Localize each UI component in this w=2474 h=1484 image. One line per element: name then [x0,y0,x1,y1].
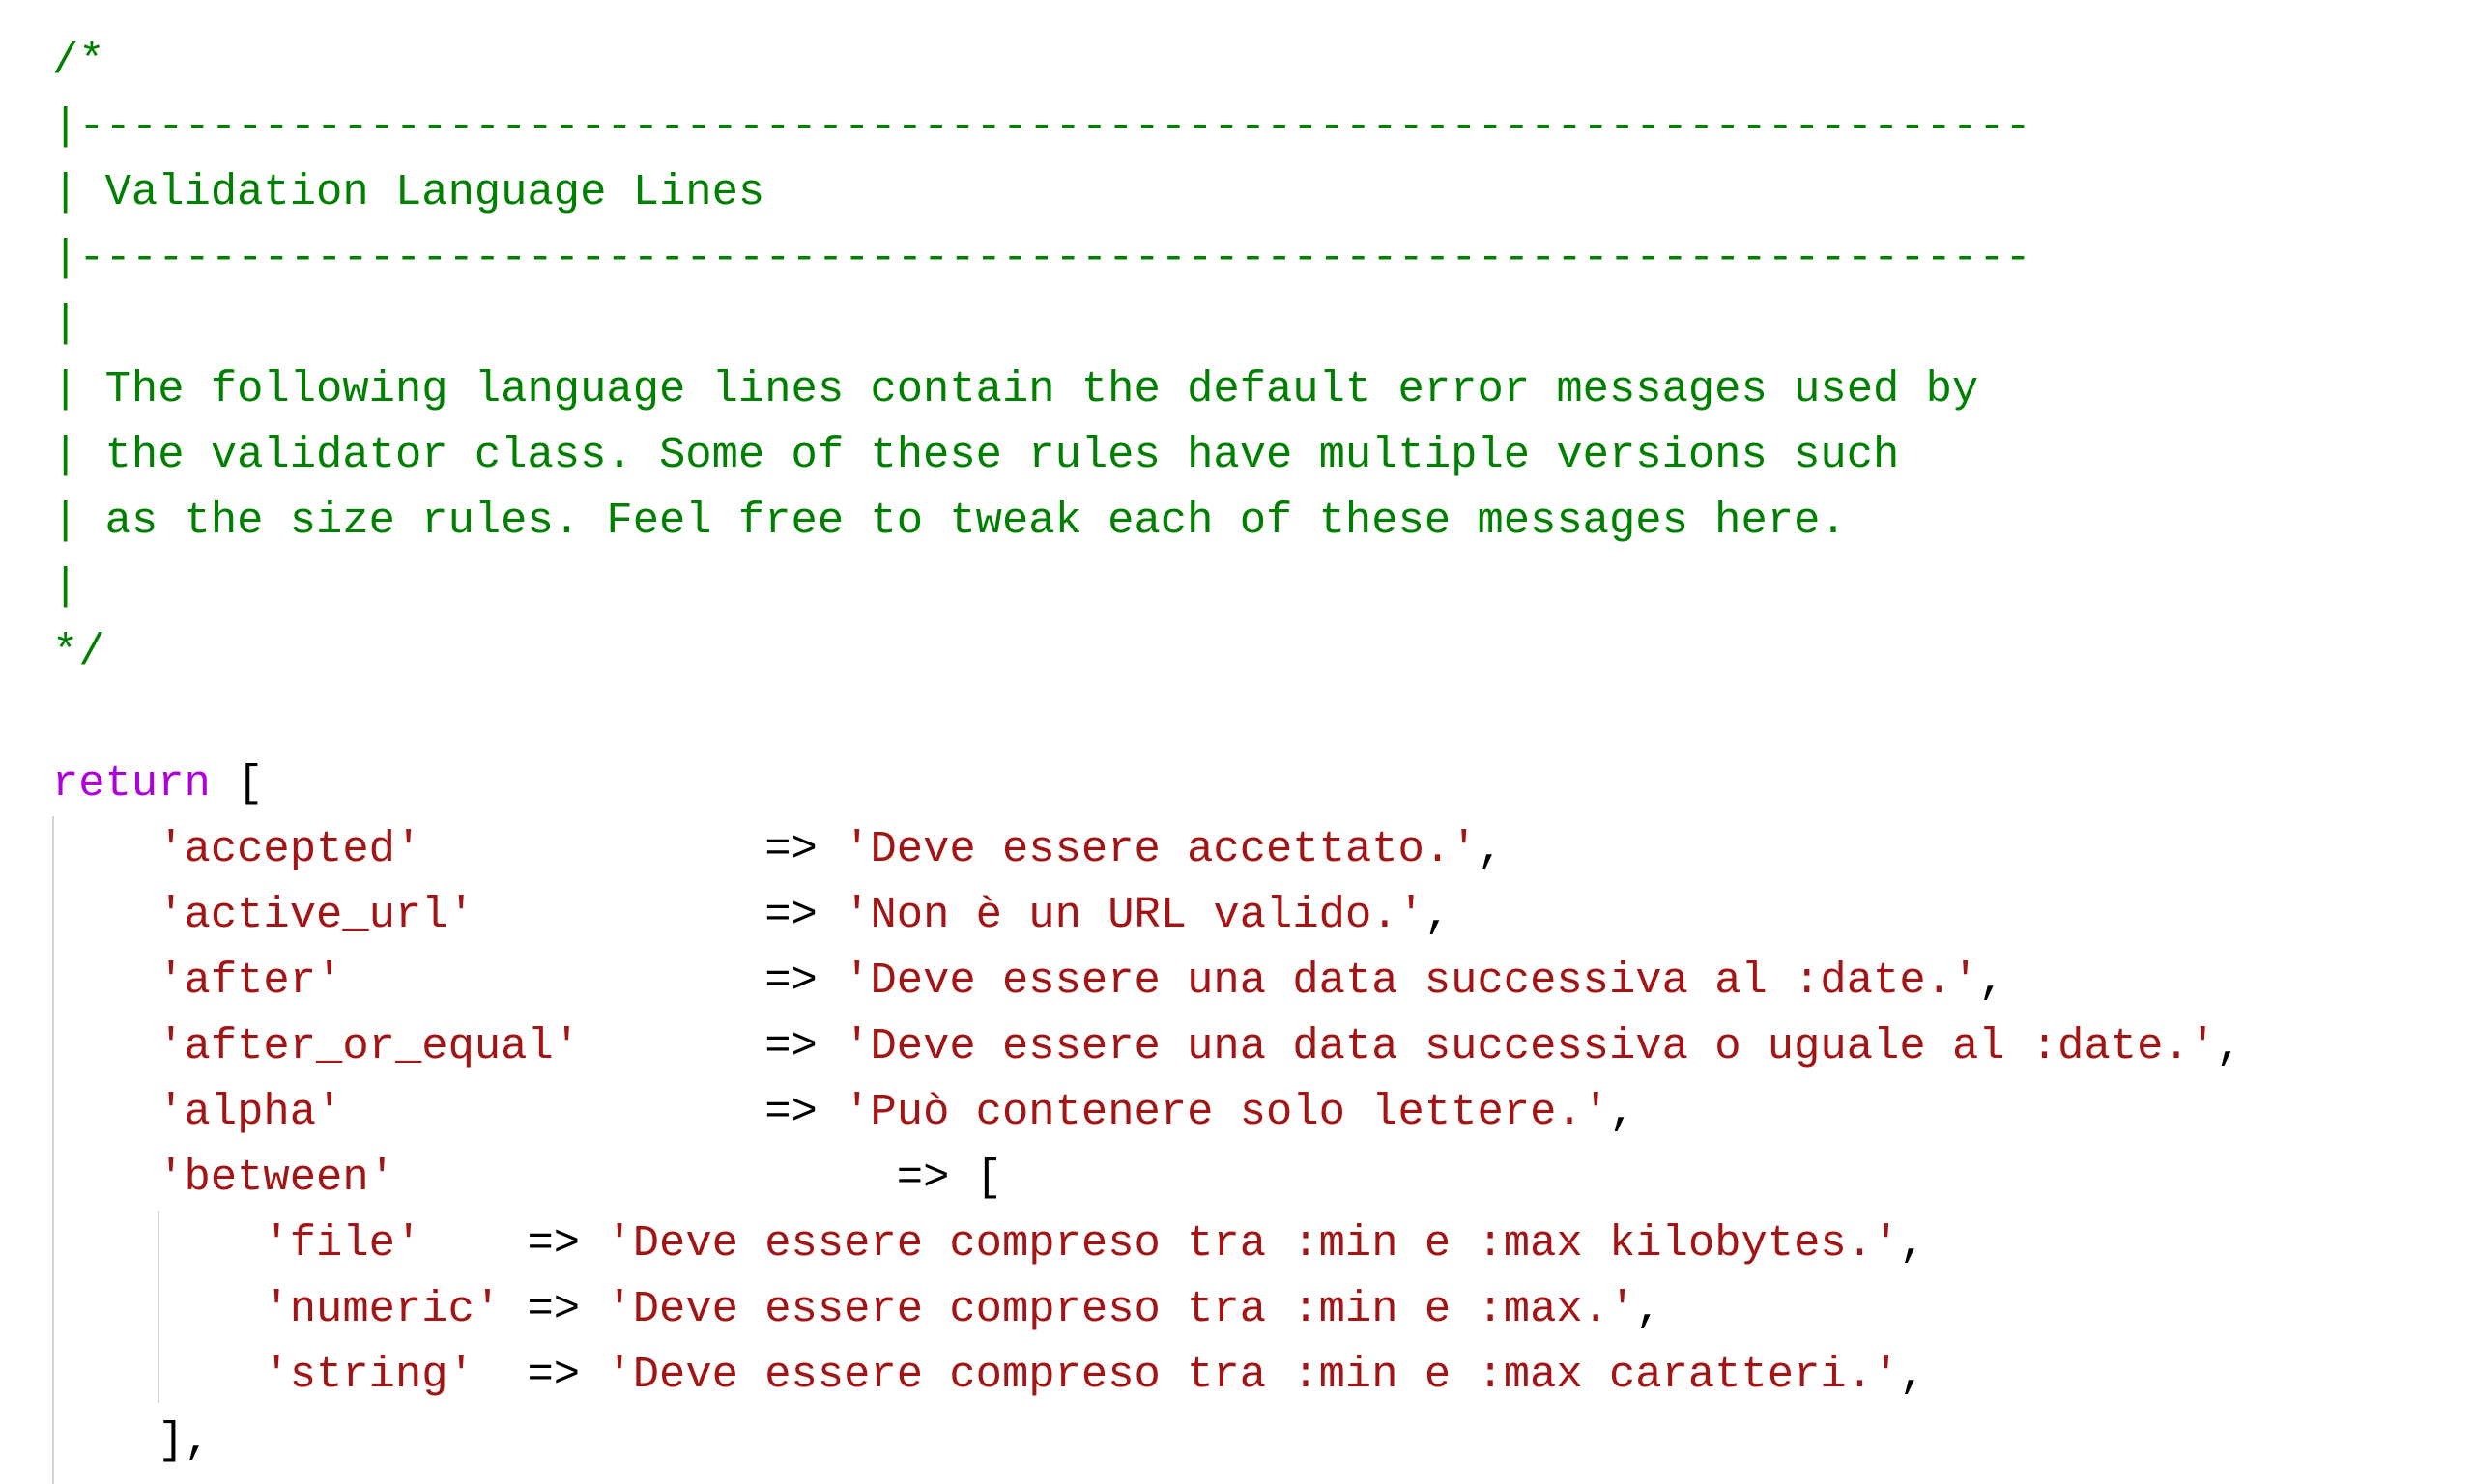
entry-value: 'Deve essere compreso tra :min e :max ki… [606,1218,1900,1269]
comment-bar: | [52,299,79,349]
entry-row: 'accepted' => 'Deve essere accettato.', [52,816,1504,882]
comment-title: | Validation Language Lines [52,167,765,217]
comma: , [1609,1087,1636,1137]
arrow: => [764,1021,818,1071]
return-line: return [ [52,751,263,816]
arrow: => [527,1284,581,1334]
return-keyword: return [52,758,211,809]
nested-close-bracket: ], [158,1415,211,1466]
entry-value: 'Non è un URL valido.' [844,890,1424,940]
comment-close: */ [52,627,105,677]
arrow: => [527,1218,581,1269]
arrow: => [764,956,818,1006]
comma: , [1899,1350,1926,1400]
nested-open-bracket: [ [975,1153,1002,1203]
entry-key: 'alpha' [158,1087,343,1137]
code-editor[interactable]: /* |------------------------------------… [0,0,2474,1484]
nested-entry-row: 'string' => 'Deve essere compreso tra :m… [52,1342,1926,1408]
comment-rule-bottom: |---------------------------------------… [52,233,2031,283]
entry-between: 'between' => [ [52,1145,1002,1211]
entry-row: 'active_url' => 'Non è un URL valido.', [52,882,1451,948]
comment-description-line: | as the size rules. Feel free to tweak … [52,496,1847,546]
comma: , [1635,1284,1662,1334]
comma: , [1978,956,2005,1006]
arrow: => [764,1087,818,1137]
nested-close: ], [52,1408,211,1473]
entry-row: 'alpha' => 'Può contenere solo lettere.'… [52,1079,1635,1145]
comment-open: /* [52,36,105,86]
entry-value: 'Deve essere una data successiva al :dat… [844,956,1979,1006]
entry-key: 'between' [158,1153,395,1203]
comma: , [1899,1218,1926,1269]
nested-entry-row: 'numeric' => 'Deve essere compreso tra :… [52,1276,1662,1342]
comma: , [1477,824,1504,874]
entry-key: 'file' [263,1218,422,1269]
entry-value: 'Deve essere compreso tra :min e :max ca… [606,1350,1900,1400]
arrow: => [764,890,818,940]
comment-rule-top: |---------------------------------------… [52,101,2031,152]
entry-value: 'Deve essere accettato.' [844,824,1478,874]
entry-value: 'Può contenere solo lettere.' [844,1087,1609,1137]
comma: , [2216,1021,2243,1071]
open-bracket: [ [237,758,264,809]
arrow: => [764,824,818,874]
comma: , [1424,890,1452,940]
entry-row: 'after' => 'Deve essere una data success… [52,948,2005,1013]
entry-key: 'after_or_equal' [158,1021,581,1071]
nested-entry-row: 'file' => 'Deve essere compreso tra :min… [52,1211,1926,1276]
entry-key: 'string' [263,1350,475,1400]
entry-value: 'Deve essere compreso tra :min e :max.' [606,1284,1636,1334]
entry-key: 'after' [158,956,343,1006]
comment-description-line: | the validator class. Some of these rul… [52,430,1900,480]
entry-key: 'numeric' [263,1284,502,1334]
entry-row: 'after_or_equal' => 'Deve essere una dat… [52,1013,2242,1079]
arrow: => [527,1350,581,1400]
arrow: => [896,1153,950,1203]
entry-key: 'active_url' [158,890,475,940]
entry-key: 'accepted' [158,824,422,874]
comment-bar: | [52,561,79,612]
entry-value: 'Deve essere una data successiva o ugual… [844,1021,2216,1071]
comment-description-line: | The following language lines contain t… [52,364,1979,414]
